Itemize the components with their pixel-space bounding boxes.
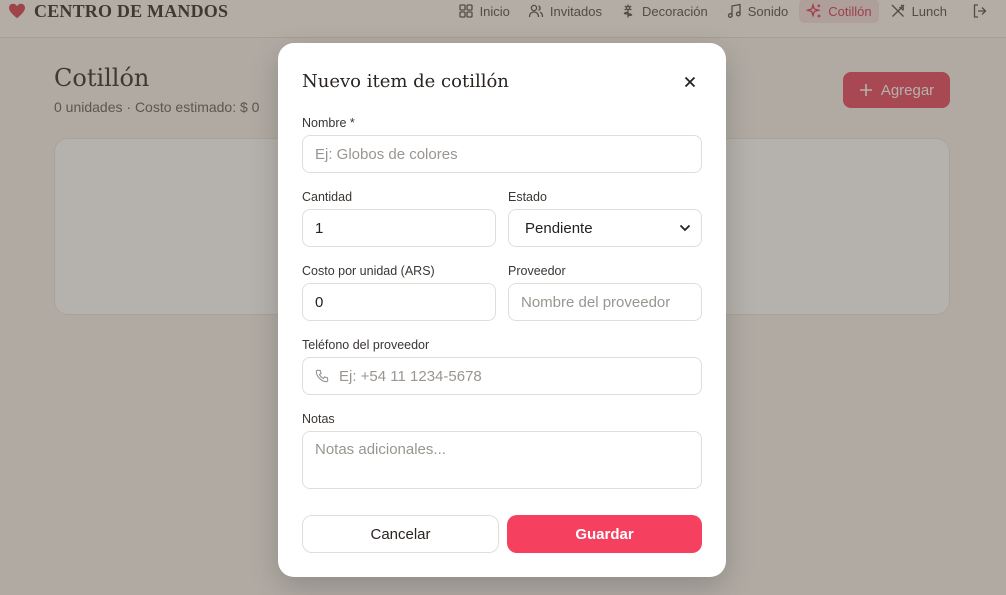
nombre-input[interactable]: Ej: Globos de colores xyxy=(302,135,702,173)
chevron-down-icon xyxy=(679,224,691,232)
save-label: Guardar xyxy=(575,525,634,543)
estado-select[interactable]: Pendiente xyxy=(508,209,702,247)
nombre-placeholder: Ej: Globos de colores xyxy=(315,145,458,163)
telefono-input[interactable]: Ej: +54 11 1234-5678 xyxy=(302,357,702,395)
telefono-label: Teléfono del proveedor xyxy=(302,338,430,352)
new-item-dialog: Nuevo item de cotillón Nombre * Ej: Glob… xyxy=(278,43,726,577)
proveedor-placeholder: Nombre del proveedor xyxy=(521,293,671,311)
estado-value: Pendiente xyxy=(525,219,593,237)
telefono-placeholder: Ej: +54 11 1234-5678 xyxy=(339,367,482,385)
costo-input[interactable]: 0 xyxy=(302,283,496,321)
costo-label: Costo por unidad (ARS) xyxy=(302,264,435,278)
cancel-button[interactable]: Cancelar xyxy=(302,515,499,553)
notas-textarea[interactable]: Notas adicionales... xyxy=(302,431,702,489)
phone-icon xyxy=(315,369,329,383)
cantidad-label: Cantidad xyxy=(302,190,353,204)
proveedor-input[interactable]: Nombre del proveedor xyxy=(508,283,702,321)
proveedor-label: Proveedor xyxy=(508,264,566,278)
close-button[interactable] xyxy=(679,71,701,93)
save-button[interactable]: Guardar xyxy=(507,515,702,553)
estado-label: Estado xyxy=(508,190,547,204)
close-icon xyxy=(684,76,696,88)
cancel-label: Cancelar xyxy=(370,525,431,543)
notas-placeholder: Notas adicionales... xyxy=(315,441,446,458)
cantidad-value: 1 xyxy=(315,219,324,237)
notas-label: Notas xyxy=(302,412,335,426)
dialog-title: Nuevo item de cotillón xyxy=(302,71,509,92)
nombre-label: Nombre * xyxy=(302,116,355,130)
cantidad-input[interactable]: 1 xyxy=(302,209,496,247)
costo-value: 0 xyxy=(315,293,324,311)
